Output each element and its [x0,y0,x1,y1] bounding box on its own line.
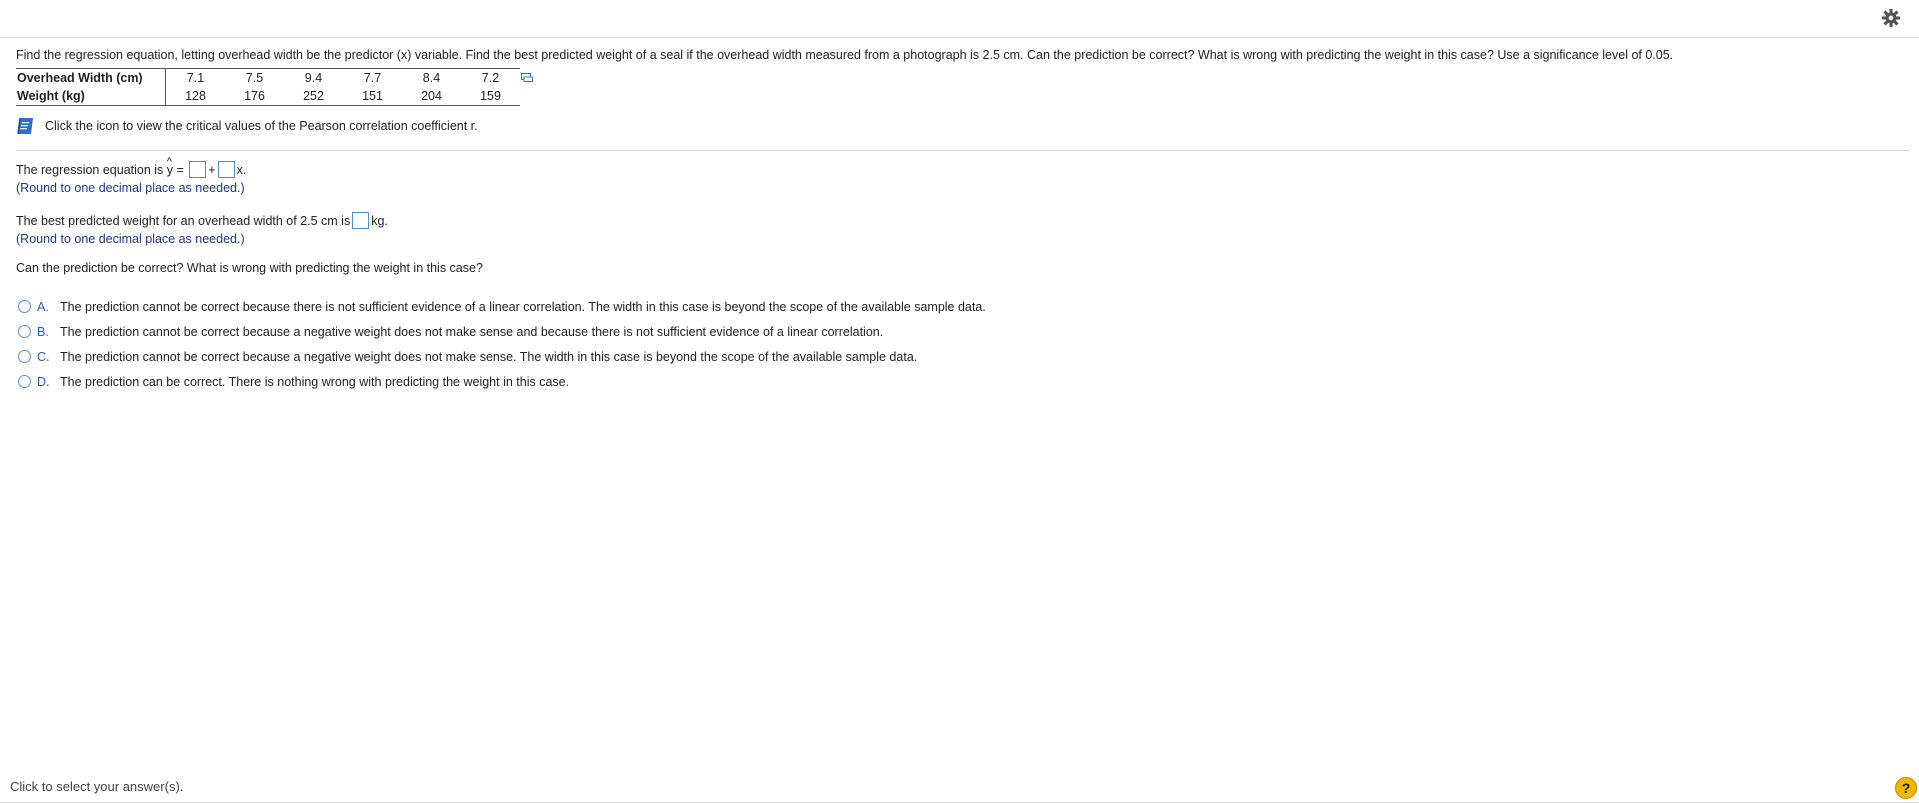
x-variable: x. [236,163,247,177]
regression-equation-line: The regression equation is ^ y = + x. [16,156,247,178]
slope-input[interactable] [217,161,235,178]
table-row: Overhead Width (cm) 7.1 7.5 9.4 7.7 8.4 … [16,68,520,87]
copy-icon[interactable] [521,73,533,82]
table-cell: 7.1 [165,68,225,87]
round-note: (Round to one decimal place as needed.) [16,181,245,195]
predicted-weight-line: The best predicted weight for an overhea… [16,212,388,229]
data-table: Overhead Width (cm) 7.1 7.5 9.4 7.7 8.4 … [16,68,520,106]
plus-sign: + [208,163,216,177]
option-text: The prediction cannot be correct because… [60,300,986,314]
table-cell: 8.4 [402,68,461,87]
table-cell: 151 [343,87,402,106]
option-text: The prediction cannot be correct because… [60,350,918,364]
option-letter: C. [37,350,50,364]
table-cell: 7.5 [225,68,284,87]
table-cell: 7.7 [343,68,402,87]
prediction-question: Can the prediction be correct? What is w… [16,261,483,275]
question-area: Find the regression equation, letting ov… [16,47,1909,135]
option-text: The prediction cannot be correct because… [60,325,884,339]
row-header: Weight (kg) [16,87,166,106]
intercept-input[interactable] [189,161,207,178]
option-letter: D. [37,375,50,389]
question-text: Find the regression equation, letting ov… [16,48,1674,62]
divider [16,150,1909,151]
footer-bar: Click to select your answer(s). ? [0,769,1919,803]
option-b[interactable]: B. The prediction cannot be correct becau… [16,323,883,341]
option-c[interactable]: C. The prediction cannot be correct becau… [16,348,917,366]
book-icon[interactable] [16,117,35,135]
table-cell: 7.2 [461,68,520,87]
footer-status: Click to select your answer(s). [10,779,184,794]
table-cell: 204 [402,87,461,106]
table-cell: 128 [165,87,225,106]
equals-sign: = [173,163,188,177]
prediction-prefix: The best predicted weight for an overhea… [16,214,351,228]
gear-icon[interactable] [1880,7,1902,29]
regression-prefix: The regression equation is [16,163,167,177]
row-header: Overhead Width (cm) [16,68,166,87]
help-icon[interactable]: ? [1895,777,1917,799]
critical-values-link[interactable]: Click the icon to view the critical valu… [16,117,1909,135]
table-cell: 9.4 [284,68,343,87]
round-note: (Round to one decimal place as needed.) [16,232,245,246]
predicted-weight-input[interactable] [352,212,370,229]
table-cell: 252 [284,87,343,106]
option-text: The prediction can be correct. There is … [60,375,570,389]
radio-button[interactable] [18,325,31,338]
hint-text: Click the icon to view the critical valu… [45,119,478,133]
option-letter: A. [37,300,49,314]
top-toolbar [0,0,1919,38]
table-cell: 159 [461,87,520,106]
table-row: Weight (kg) 128 176 252 151 204 159 [16,87,520,106]
radio-button[interactable] [18,300,31,313]
option-a[interactable]: A. The prediction cannot be correct becau… [16,298,986,316]
option-d[interactable]: D. The prediction can be correct. There i… [16,373,569,391]
data-table-wrapper: Overhead Width (cm) 7.1 7.5 9.4 7.7 8.4 … [16,68,1909,106]
kg-unit: kg. [371,214,388,228]
option-letter: B. [37,325,49,339]
table-cell: 176 [225,87,284,106]
y-hat-symbol: ^ y [166,156,174,177]
radio-button[interactable] [18,375,31,388]
radio-button[interactable] [18,350,31,363]
